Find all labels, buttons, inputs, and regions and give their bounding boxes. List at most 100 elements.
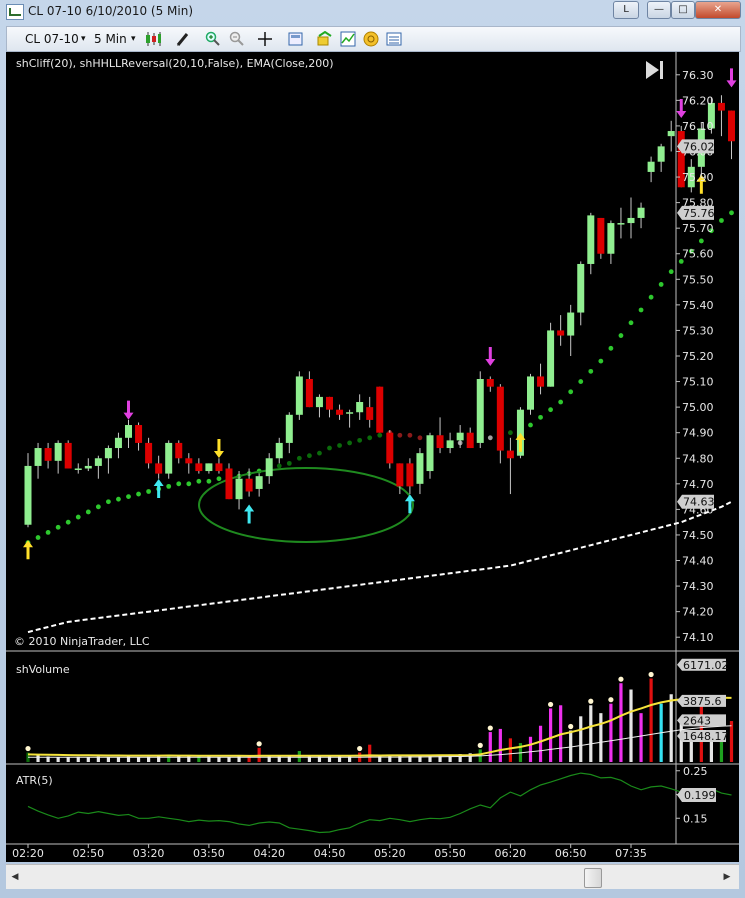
up-arrow-icon — [23, 540, 33, 560]
volume-value-label: 6171.02 — [683, 659, 729, 672]
maximize-button[interactable]: □ — [671, 1, 695, 19]
volume-spike-dot — [618, 676, 624, 682]
cliff-dot — [367, 435, 373, 441]
candle — [466, 432, 474, 449]
chart-area[interactable]: 76.3076.2076.1076.0075.9075.8075.7075.60… — [6, 52, 739, 862]
down-arrow-icon — [726, 68, 737, 88]
cliff-dot — [65, 519, 71, 525]
scroll-right-icon[interactable]: ▶ — [720, 869, 734, 885]
scroll-left-icon[interactable]: ◀ — [8, 869, 22, 885]
candle — [356, 402, 364, 413]
x-tick-label: 06:50 — [555, 847, 587, 860]
y-tick-label: 75.90 — [682, 171, 714, 184]
y-tick-label: 75.10 — [682, 376, 714, 389]
crosshair-icon[interactable] — [257, 31, 273, 47]
x-tick-label: 06:20 — [495, 847, 527, 860]
interval-selector[interactable]: 5 Min — [94, 30, 127, 48]
cliff-dot — [307, 453, 312, 459]
candle — [446, 440, 454, 449]
cliff-dot — [327, 445, 332, 451]
interval-dropdown-icon[interactable]: ▾ — [131, 30, 136, 48]
y-tick-label: 75.60 — [682, 248, 714, 261]
volume-bar — [579, 716, 583, 762]
indicator-icon[interactable] — [340, 31, 356, 47]
instrument-dropdown-icon[interactable]: ▾ — [81, 30, 86, 48]
scrollbar-thumb[interactable] — [584, 868, 602, 888]
candle — [235, 478, 243, 500]
down-arrow-icon — [123, 400, 134, 420]
cliff-dot — [146, 489, 152, 494]
candle — [305, 379, 313, 408]
up-arrow-icon — [244, 504, 255, 524]
volume-value-label: 3875.6 — [683, 695, 722, 708]
candle — [627, 217, 635, 224]
horizontal-scrollbar[interactable]: ◀ ▶ — [6, 864, 739, 889]
title-bar[interactable]: CL 07-10 6/10/2010 (5 Min) L — □ ✕ — [0, 0, 745, 22]
cliff-dot — [276, 463, 282, 469]
volume-bar — [619, 683, 623, 762]
copyright-label: © 2010 NinjaTrader, LLC — [14, 635, 150, 648]
cliff-dot — [417, 435, 423, 441]
candlestick-style-icon[interactable] — [145, 31, 161, 47]
volume-spike-dot — [588, 698, 594, 704]
scroll-to-end-icon[interactable] — [646, 61, 663, 79]
instrument-selector[interactable]: CL 07-10 — [25, 30, 79, 48]
y-tick-label: 74.90 — [682, 427, 714, 440]
candle — [34, 448, 42, 466]
data-box-icon[interactable] — [386, 31, 402, 47]
volume-bar — [549, 708, 553, 762]
chart-canvas[interactable]: 76.3076.2076.1076.0075.9075.8075.7075.60… — [6, 52, 739, 862]
candle — [547, 330, 555, 387]
y-tick-label: 74.10 — [682, 631, 714, 644]
candle — [295, 376, 303, 415]
volume-bar — [136, 757, 141, 762]
candle — [145, 442, 153, 464]
y-tick-label: 74.80 — [682, 452, 714, 465]
volume-spike-dot — [568, 723, 574, 730]
cliff-dot — [658, 282, 664, 287]
cliff-dot — [136, 491, 141, 497]
down-arrow-icon — [485, 347, 496, 366]
candle — [728, 110, 735, 142]
cliff-dot — [216, 476, 222, 482]
candle — [275, 442, 283, 459]
link-button[interactable]: L — [613, 1, 639, 19]
chart-app-icon — [6, 4, 24, 20]
y-tick-label: 74.30 — [682, 580, 714, 593]
atr-tick-label: 0.15 — [683, 812, 708, 825]
candle — [175, 442, 183, 459]
cliff-dot — [528, 422, 533, 428]
down-arrow-icon — [213, 439, 224, 459]
candle — [155, 463, 163, 474]
candle — [436, 435, 444, 449]
candle — [44, 448, 52, 461]
cliff-dot — [548, 407, 553, 413]
last-price-label: 74.63 — [683, 496, 715, 509]
y-tick-label: 74.70 — [682, 478, 714, 491]
cliff-dot — [508, 430, 513, 436]
zoom-out-icon[interactable] — [229, 31, 245, 47]
atr-tick-label: 0.25 — [683, 765, 708, 778]
minimize-button[interactable]: — — [647, 1, 671, 19]
candle — [245, 478, 253, 492]
y-tick-label: 76.10 — [682, 120, 714, 133]
volume-spike-dot — [256, 741, 262, 747]
candle — [185, 458, 193, 464]
close-button[interactable]: ✕ — [695, 1, 741, 19]
properties-icon[interactable] — [288, 31, 304, 47]
volume-spike-dot — [477, 742, 483, 748]
cliff-dot — [95, 504, 101, 510]
candle — [527, 376, 534, 410]
candle — [215, 463, 223, 472]
candle — [416, 453, 424, 484]
volume-spike-dot — [608, 697, 614, 703]
coin-icon[interactable] — [363, 31, 379, 47]
candle — [587, 215, 595, 264]
candle — [577, 263, 585, 313]
y-tick-label: 75.00 — [682, 401, 714, 414]
pencil-draw-icon[interactable] — [175, 31, 191, 47]
candle — [265, 458, 273, 477]
cliff-dot — [397, 432, 403, 438]
strategy-icon[interactable] — [317, 31, 333, 47]
zoom-in-icon[interactable] — [205, 31, 221, 47]
